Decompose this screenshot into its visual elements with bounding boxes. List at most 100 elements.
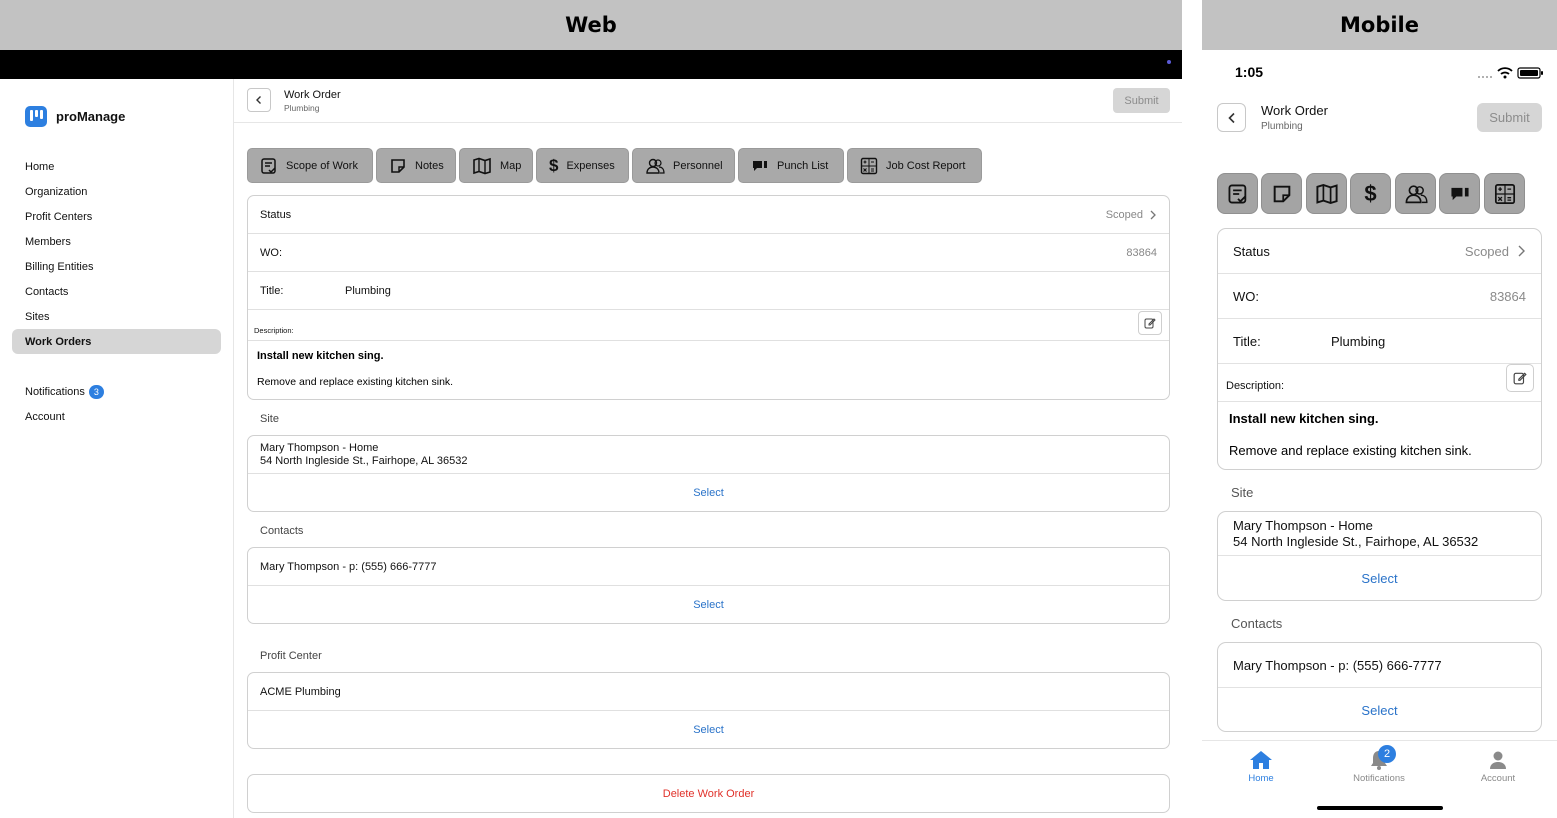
mobile-panel-label: Mobile [1202,0,1557,50]
profit-center-section-label: Profit Center [260,650,322,662]
notifications-badge: 3 [88,384,104,399]
contact-row: Mary Thompson - p: (555) 666-7777 [248,548,1169,586]
expenses-icon: $ [1364,180,1377,206]
sidebar-item-sites[interactable]: Sites [12,304,221,329]
site-name: Mary Thompson - Home [1233,517,1373,533]
mobile-tab-expenses[interactable]: $ [1350,173,1391,214]
chevron-left-icon [1227,112,1235,123]
title-label: Title: [1233,333,1261,349]
page-header: Work Order Plumbing Submit [234,79,1182,123]
scope-of-work-icon [260,157,278,175]
description-header: Description: [248,310,1169,341]
tab-map[interactable]: Map [459,148,533,183]
notes-icon [389,157,407,175]
wo-value: 83864 [1126,246,1157,259]
description-heading: Install new kitchen sing. [1229,411,1379,426]
status-dot [1167,60,1171,64]
tab-notes[interactable]: Notes [376,148,456,183]
submit-button[interactable]: Submit [1113,88,1170,113]
mobile-tab-personnel[interactable] [1395,173,1436,214]
expenses-icon: $ [549,155,559,175]
mobile-back-button[interactable] [1217,103,1246,132]
mobile-tab-home[interactable]: Home [1231,750,1291,784]
tab-scope-of-work[interactable]: Scope of Work [247,148,373,183]
mobile-site-select-button[interactable]: Select [1218,556,1541,600]
site-select-button[interactable]: Select [248,474,1169,511]
chevron-left-icon [256,96,261,104]
browser-top-bar [0,50,1182,79]
wo-label: WO: [260,246,282,259]
scope-of-work-icon [1228,184,1246,203]
back-button[interactable] [247,88,271,112]
wifi-icon [1497,67,1513,79]
description-label: Description: [254,326,294,335]
tab-personnel[interactable]: Personnel [632,148,735,183]
mobile-submit-button[interactable]: Submit [1477,103,1542,132]
tab-punch-list[interactable]: Punch List [738,148,844,183]
sidebar-item-account[interactable]: Account [12,404,221,429]
mobile-tab-scope-of-work[interactable] [1217,173,1258,214]
status-value: Scoped [1105,208,1143,221]
status-value: Scoped [1464,243,1509,259]
wo-row: WO: 83864 [248,234,1169,272]
status-row[interactable]: Status Scoped [248,196,1169,234]
mobile-tab-map[interactable] [1306,173,1347,214]
delete-work-order-button[interactable]: Delete Work Order [247,774,1170,813]
edit-description-button[interactable] [1138,311,1162,335]
battery-icon [1517,67,1543,79]
notes-icon [1273,185,1290,202]
profit-center-card: ACME Plumbing Select [247,672,1170,749]
job-cost-report-icon [860,157,878,175]
sidebar-item-contacts[interactable]: Contacts [12,279,221,304]
mobile-description-body: Install new kitchen sing. Remove and rep… [1218,402,1541,469]
description-text: Remove and replace existing kitchen sink… [257,376,454,388]
edit-icon [1513,372,1527,385]
mobile-tab-job-cost-report[interactable] [1484,173,1525,214]
main-content: Work Order Plumbing Submit Scope of Work… [234,79,1182,818]
mobile-status-row[interactable]: Status Scoped [1218,229,1541,274]
sidebar-item-members[interactable]: Members [12,229,221,254]
edit-icon [1144,318,1156,329]
sidebar-item-organization[interactable]: Organization [12,179,221,204]
tab-job-cost-report[interactable]: Job Cost Report [847,148,982,183]
personnel-icon [645,157,665,175]
profit-center-select-button[interactable]: Select [248,711,1169,748]
mobile-panel: Mobile 1:05 Work Order Plumbing Submit $… [1202,0,1557,818]
map-icon [1315,183,1338,204]
chevron-right-icon [1150,210,1156,219]
site-card: Mary Thompson - Home 54 North Ingleside … [247,435,1170,512]
mobile-contacts-select-button[interactable]: Select [1218,688,1541,731]
mobile-details-card: Status Scoped WO: 83864 Title: Plumbing … [1217,228,1542,470]
details-card: Status Scoped WO: 83864 Title: Plumbing … [247,195,1170,400]
web-panel-label: Web [0,0,1182,50]
sidebar-item-work-orders[interactable]: Work Orders [12,329,221,354]
status-label: Status [260,208,292,221]
title-value: Plumbing [1331,333,1386,349]
sidebar-item-notifications[interactable]: Notifications 3 [12,379,221,404]
home-icon [1250,751,1272,769]
home-indicator [1317,806,1443,810]
signal-icon [1478,76,1492,78]
title-value: Plumbing [345,284,391,297]
web-panel: Web proManage Home Organization Profit C… [0,0,1182,818]
tab-expenses[interactable]: $ Expenses [536,148,629,183]
mobile-page-title: Work Order [1261,103,1328,118]
page-title: Work Order [284,89,341,101]
mobile-tab-notes[interactable] [1261,173,1302,214]
status-label: Status [1233,243,1270,259]
mobile-site-card: Mary Thompson - Home 54 North Ingleside … [1217,511,1542,601]
mobile-edit-description-button[interactable] [1506,364,1534,392]
sidebar-item-billing-entities[interactable]: Billing Entities [12,254,221,279]
site-row: Mary Thompson - Home 54 North Ingleside … [248,436,1169,474]
sidebar-item-home[interactable]: Home [12,154,221,179]
contacts-select-button[interactable]: Select [248,586,1169,623]
mobile-description-header: Description: [1218,364,1541,402]
mobile-tab-punch-list[interactable] [1439,173,1480,214]
wo-value: 83864 [1489,288,1526,304]
contact-value: Mary Thompson - p: (555) 666-7777 [260,560,437,573]
punch-list-icon [1450,187,1469,200]
mobile-tab-account[interactable]: Account [1468,750,1528,784]
sidebar-item-profit-centers[interactable]: Profit Centers [12,204,221,229]
title-row: Title: Plumbing [248,272,1169,310]
mobile-contact-row: Mary Thompson - p: (555) 666-7777 [1218,643,1541,688]
